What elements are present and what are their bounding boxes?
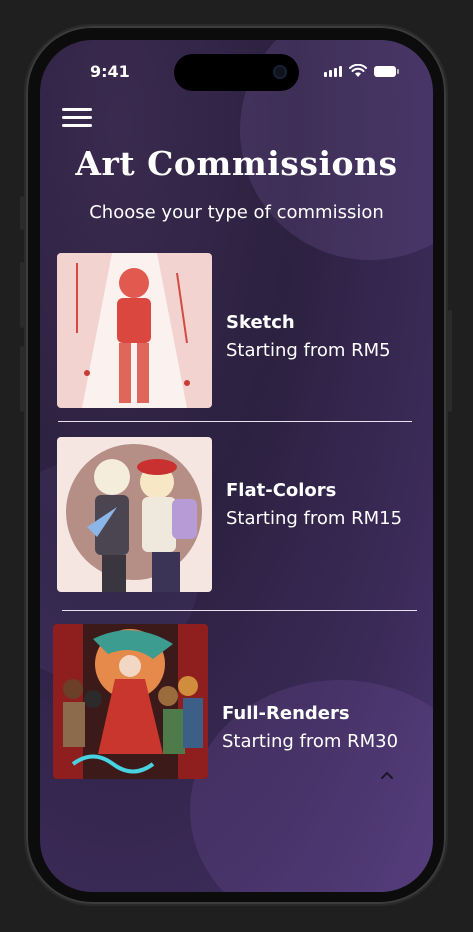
camera-icon: [273, 65, 287, 79]
hamburger-menu-icon[interactable]: [62, 108, 92, 128]
commission-price: Starting from RM15: [226, 508, 403, 529]
flat-colors-thumbnail: [57, 437, 212, 592]
app-screen: 9:41 Art Commissions Choose your type of…: [40, 40, 433, 892]
commission-price: Starting from RM5: [226, 340, 391, 361]
divider: [62, 610, 417, 611]
cellular-signal-icon: [324, 66, 342, 77]
chevron-up-icon[interactable]: [380, 770, 394, 780]
page-subtitle: Choose your type of commission: [89, 202, 384, 223]
commission-item-sketch[interactable]: Sketch Starting from RM5: [40, 253, 433, 413]
commission-name: Sketch: [226, 312, 295, 333]
divider: [58, 421, 412, 422]
wifi-icon: [349, 64, 367, 77]
commission-item-full-renders[interactable]: Full-Renders Starting from RM30: [40, 624, 433, 784]
power-button: [448, 310, 452, 412]
commission-price: Starting from RM30: [222, 731, 399, 752]
commission-name: Flat-Colors: [226, 480, 337, 501]
action-button: [20, 196, 24, 230]
page-title: Art Commissions: [75, 144, 398, 183]
status-time: 9:41: [90, 62, 130, 81]
volume-down-button: [20, 346, 24, 412]
sketch-thumbnail: [57, 253, 212, 408]
status-bar: 9:41: [40, 54, 433, 91]
dynamic-island: [174, 54, 299, 91]
volume-up-button: [20, 262, 24, 328]
commission-item-flat-colors[interactable]: Flat-Colors Starting from RM15: [40, 437, 433, 597]
commission-name: Full-Renders: [222, 703, 350, 724]
full-renders-thumbnail: [53, 624, 208, 779]
battery-icon: [374, 66, 399, 77]
